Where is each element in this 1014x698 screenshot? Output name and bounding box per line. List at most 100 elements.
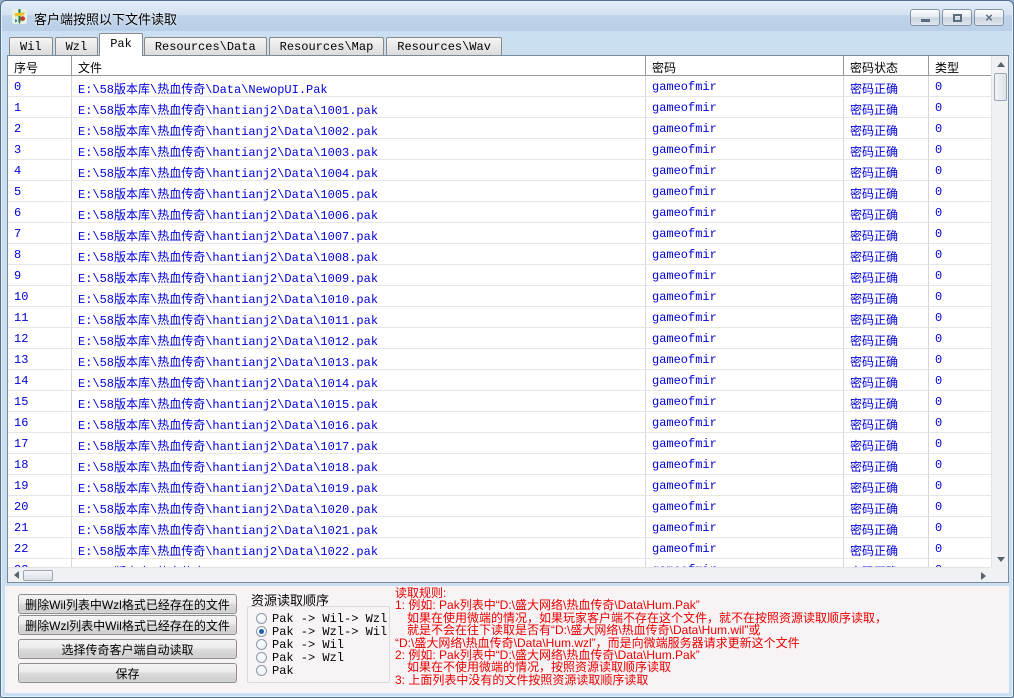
cell-status: 密码正确 (844, 328, 929, 349)
scroll-right-button[interactable] (975, 568, 991, 583)
rules-line: 就是不会在往下读取是否有“D:\盛大网络\热血传奇\Data\Hum.wil”或 (395, 623, 761, 638)
table-row[interactable]: 0 E:\58版本库\热血传奇\Data\NewopUI.Pak gameofmir… (8, 76, 991, 97)
cell-type: 0 (929, 328, 991, 349)
cell-file: E:\58版本库\热血传奇\hantianj2\Data\1002.pak (72, 118, 646, 139)
cell-status: 密码正确 (844, 181, 929, 202)
scroll-left-button[interactable] (8, 568, 24, 583)
close-button[interactable]: × (974, 9, 1004, 26)
title-bar[interactable]: 客户端按照以下文件读取 × (2, 2, 1012, 31)
app-window: 客户端按照以下文件读取 × Wil Wzl Pak Resources\Data Res… (0, 0, 1014, 698)
table-row[interactable]: 21 E:\58版本库\热血传奇\hantianj2\Data\1021.pak g… (8, 517, 991, 538)
cell-file: E:\58版本库\热血传奇\hantianj2\Data\1012.pak (72, 328, 646, 349)
table-row[interactable]: 19 E:\58版本库\热血传奇\hantianj2\Data\1019.pak g… (8, 475, 991, 496)
table-row[interactable]: 5 E:\58版本库\热血传奇\hantianj2\Data\1005.pak ga… (8, 181, 991, 202)
table-row[interactable]: 12 E:\58版本库\热血传奇\hantianj2\Data\1012.pak g… (8, 328, 991, 349)
table-row[interactable]: 8 E:\58版本库\热血传奇\hantianj2\Data\1008.pak ga… (8, 244, 991, 265)
cell-index: 20 (8, 496, 72, 517)
delete-wil-dup-in-wzl-button[interactable]: 删除Wzl列表中Wil格式已经存在的文件 (18, 615, 237, 635)
horizontal-scrollbar[interactable] (8, 567, 991, 582)
cell-password: gameofmir (646, 412, 844, 433)
table-row[interactable]: 2 E:\58版本库\热血传奇\hantianj2\Data\1002.pak ga… (8, 118, 991, 139)
cell-password: gameofmir (646, 202, 844, 223)
cell-type: 0 (929, 307, 991, 328)
table-row[interactable]: 7 E:\58版本库\热血传奇\hantianj2\Data\1007.pak ga… (8, 223, 991, 244)
save-button[interactable]: 保存 (18, 663, 237, 683)
minimize-button[interactable] (910, 9, 940, 26)
radio-option[interactable]: Pak (256, 663, 389, 678)
maximize-button[interactable] (942, 9, 972, 26)
table-row[interactable]: 11 E:\58版本库\热血传奇\hantianj2\Data\1011.pak g… (8, 307, 991, 328)
tab-resources-data[interactable]: Resources\Data (143, 37, 267, 56)
cell-status: 密码正确 (844, 118, 929, 139)
cell-index: 2 (8, 118, 72, 139)
cell-status: 密码正确 (844, 97, 929, 118)
cell-status: 密码正确 (844, 475, 929, 496)
cell-file: E:\58版本库\热血传奇\hantianj2\Data\1010.pak (72, 286, 646, 307)
cell-type: 0 (929, 286, 991, 307)
table-row[interactable]: 3 E:\58版本库\热血传奇\hantianj2\Data\1003.pak ga… (8, 139, 991, 160)
table-row[interactable]: 6 E:\58版本库\热血传奇\hantianj2\Data\1006.pak ga… (8, 202, 991, 223)
radio-option[interactable]: Pak -> Wzl-> Wil (256, 624, 389, 639)
tab-wil[interactable]: Wil (9, 37, 53, 56)
table-row[interactable]: 23E:\58版本库\热血传奇\hantianj2\Data\1023.pakg… (8, 559, 991, 567)
tab-wzl[interactable]: Wzl (54, 37, 99, 56)
cell-index: 5 (8, 181, 72, 202)
cell-type: 0 (929, 412, 991, 433)
select-client-auto-read-button[interactable]: 选择传奇客户端自动读取 (18, 639, 237, 659)
table-row[interactable]: 9 E:\58版本库\热血传奇\hantianj2\Data\1009.pak ga… (8, 265, 991, 286)
table-row[interactable]: 22 E:\58版本库\热血传奇\hantianj2\Data\1022.pak g… (8, 538, 991, 559)
cell-type: 0 (929, 370, 991, 391)
tab-pak[interactable]: Pak (99, 33, 143, 56)
vertical-scroll-thumb[interactable] (994, 73, 1007, 101)
horizontal-scroll-thumb[interactable] (23, 570, 53, 581)
arrow-left-icon (10, 571, 19, 579)
tab-resources-wav[interactable]: Resources\Wav (386, 37, 502, 56)
radio-option[interactable]: Pak -> Wzl (256, 651, 389, 665)
cell-file: E:\58版本库\热血传奇\hantianj2\Data\1008.pak (72, 244, 646, 265)
radio-option[interactable]: Pak -> Wil-> Wzl (256, 611, 389, 626)
cell-password: gameofmir (646, 349, 844, 370)
radio-option-label: Pak (272, 663, 294, 678)
cell-type: 0 (929, 517, 991, 538)
tab-resources-map[interactable]: Resources\Map (268, 37, 385, 56)
cell-file: E:\58版本库\热血传奇\hantianj2\Data\1022.pak (72, 538, 646, 559)
arrow-down-icon (996, 556, 1005, 566)
column-header-file[interactable]: 文件 (72, 56, 646, 76)
cell-status: 密码正确 (844, 160, 929, 181)
column-header-password[interactable]: 密码 (646, 56, 844, 76)
table-row[interactable]: 14 E:\58版本库\热血传奇\hantianj2\Data\1014.pak g… (8, 370, 991, 391)
cell-type: 0 (929, 496, 991, 517)
cell-file: E:\58版本库\热血传奇\hantianj2\Data\1015.pak (72, 391, 646, 412)
table-row[interactable]: 20 E:\58版本库\热血传奇\hantianj2\Data\1020.pak g… (8, 496, 991, 517)
scroll-up-button[interactable] (992, 56, 1009, 72)
table-row[interactable]: 1 E:\58版本库\热血传奇\hantianj2\Data\1001.pak ga… (8, 97, 991, 118)
cell-index: 21 (8, 517, 72, 538)
delete-wzl-dup-in-wil-button[interactable]: 删除Wil列表中Wzl格式已经存在的文件 (18, 594, 237, 614)
table-row[interactable]: 18 E:\58版本库\热血传奇\hantianj2\Data\1018.pak g… (8, 454, 991, 475)
cell-status: 密码正确 (844, 412, 929, 433)
cell-password: gameofmir (646, 76, 844, 97)
table-row[interactable]: 17 E:\58版本库\热血传奇\hantianj2\Data\1017.pak g… (8, 433, 991, 454)
column-header-type[interactable]: 类型 (929, 56, 991, 76)
vertical-scrollbar[interactable] (991, 56, 1008, 567)
table-row[interactable]: 13 E:\58版本库\热血传奇\hantianj2\Data\1013.pak g… (8, 349, 991, 370)
column-header-status[interactable]: 密码状态 (844, 56, 929, 76)
cell-status: 密码正确 (844, 370, 929, 391)
radio-option[interactable]: Pak -> Wil (256, 638, 389, 652)
scroll-down-button[interactable] (992, 551, 1009, 567)
cell-password: gameofmir (646, 307, 844, 328)
table-row[interactable]: 4 E:\58版本库\热血传奇\hantianj2\Data\1004.pak ga… (8, 160, 991, 181)
column-header-index[interactable]: 序号 (8, 56, 72, 76)
radio-button-icon (256, 665, 267, 676)
radio-option-label: Pak -> Wzl-> Wil (272, 624, 388, 639)
cell-file: E:\58版本库\热血传奇\hantianj2\Data\1006.pak (72, 202, 646, 223)
table-row[interactable]: 10 E:\58版本库\热血传奇\hantianj2\Data\1010.pak g… (8, 286, 991, 307)
cell-status: 密码正确 (844, 244, 929, 265)
cell-password: gameofmir (646, 223, 844, 244)
radio-option-label: Pak -> Wil-> Wzl (272, 611, 388, 626)
cell-password: gameofmir (646, 475, 844, 496)
cell-password: gameofmir (646, 328, 844, 349)
minimize-icon (920, 19, 930, 22)
table-row[interactable]: 16 E:\58版本库\热血传奇\hantianj2\Data\1016.pak g… (8, 412, 991, 433)
table-row[interactable]: 15 E:\58版本库\热血传奇\hantianj2\Data\1015.pak g… (8, 391, 991, 412)
